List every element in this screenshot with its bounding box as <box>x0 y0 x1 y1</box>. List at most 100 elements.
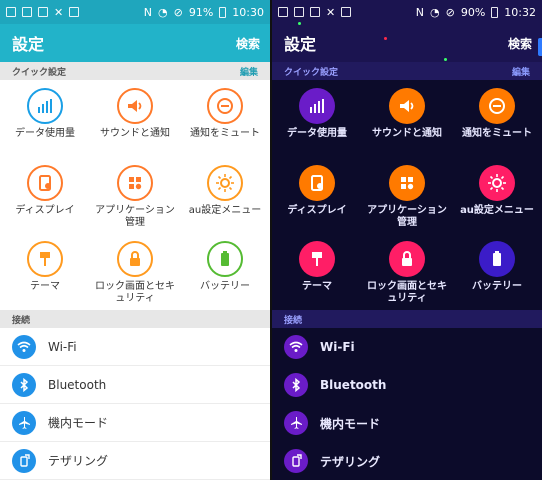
airplane-icon <box>284 411 308 435</box>
tile-theme[interactable]: テーマ <box>272 233 362 309</box>
lock-icon <box>389 241 425 278</box>
apps-icon <box>117 164 153 201</box>
list-item-wifi[interactable]: Wi-Fi <box>272 328 542 366</box>
battery-status-icon <box>219 6 227 18</box>
tile-label: テーマ <box>302 281 332 293</box>
connections-title: 接続 <box>284 315 303 326</box>
tethering-icon <box>12 448 36 473</box>
tile-label: アプリケーション管理 <box>367 204 447 228</box>
tile-label: データ使用量 <box>15 128 75 139</box>
notification-icon <box>310 7 320 17</box>
do-not-disturb-icon: ⊘ <box>445 5 455 19</box>
tile-label: ディスプレイ <box>287 204 347 216</box>
tile-theme[interactable]: テーマ <box>0 233 90 309</box>
list-item-label: テザリング <box>48 454 109 468</box>
connections-list: Wi-Fi Bluetooth 機内モード テザリング <box>272 328 542 480</box>
tile-label: サウンドと通知 <box>372 128 442 139</box>
quick-settings-title: クイック設定 <box>12 67 67 78</box>
do-not-disturb-icon: ⊘ <box>173 5 183 19</box>
battery-percent: 90% <box>460 5 486 19</box>
list-item-wifi[interactable]: Wi-Fi <box>0 328 270 366</box>
tile-label: ロック画面とセキュリティ <box>95 281 175 305</box>
list-item-label: テザリング <box>320 454 381 469</box>
tile-app-manager[interactable]: アプリケーション管理 <box>362 157 452 233</box>
tile-mute-notifications[interactable]: 通知をミュート <box>452 80 542 156</box>
wifi-icon <box>284 335 308 359</box>
edit-button[interactable]: 編集 <box>512 65 530 78</box>
tile-label: 通知をミュート <box>462 128 532 139</box>
list-item-airplane[interactable]: 機内モード <box>0 404 270 442</box>
tile-label: データ使用量 <box>287 128 347 139</box>
status-left-icons: ✕ <box>278 7 352 18</box>
notification-icon <box>38 7 48 17</box>
tile-label: 通知をミュート <box>190 128 260 139</box>
tile-display[interactable]: ディスプレイ <box>0 157 90 233</box>
brush-icon <box>27 241 63 278</box>
status-right: N ◔ ⊘ 91% 10:30 <box>144 6 264 19</box>
display-icon <box>299 164 335 201</box>
status-right: N ◔ ⊘ 90% 10:32 <box>416 6 536 19</box>
tile-sound-notification[interactable]: サウンドと通知 <box>90 80 180 156</box>
display-icon <box>27 164 63 201</box>
list-item-tethering[interactable]: テザリング <box>272 442 542 480</box>
tile-label: サウンドと通知 <box>100 128 170 139</box>
clock: 10:32 <box>504 5 536 19</box>
tethering-icon <box>284 449 308 473</box>
settings-dark-panel: ✕ N ◔ ⊘ 90% 10:32 設定 検索 クイック設定 編集 データ使用量… <box>272 0 542 480</box>
list-item-bluetooth[interactable]: Bluetooth <box>272 366 542 404</box>
bluetooth-icon <box>12 372 36 397</box>
list-item-airplane[interactable]: 機内モード <box>272 404 542 442</box>
tile-label: au設定メニュー <box>460 204 534 216</box>
quick-settings-header: クイック設定 編集 <box>272 62 542 80</box>
connections-header: 接続 <box>0 310 270 328</box>
list-item-label: 機内モード <box>48 416 109 430</box>
list-item-label: Bluetooth <box>48 377 107 392</box>
search-button[interactable]: 検索 <box>508 35 532 52</box>
screenshot-pair: ✕ N ◔ ⊘ 91% 10:30 設定 検索 クイック設定 編集 データ使用量… <box>0 0 542 480</box>
app-bar: 設定 検索 <box>272 24 542 62</box>
decorative-dot <box>298 22 301 25</box>
list-item-tethering[interactable]: テザリング <box>0 442 270 480</box>
tile-battery[interactable]: バッテリー <box>452 233 542 309</box>
edge-panel-handle[interactable] <box>538 38 542 56</box>
sun-icon <box>207 164 243 201</box>
tile-lock-security[interactable]: ロック画面とセキュリティ <box>362 233 452 309</box>
image-icon <box>341 7 352 17</box>
speaker-icon <box>117 88 153 124</box>
tile-data-usage[interactable]: データ使用量 <box>0 80 90 156</box>
tile-label: ロック画面とセキュリティ <box>367 281 447 305</box>
tile-label: ディスプレイ <box>15 204 75 216</box>
image-icon <box>69 7 80 17</box>
list-item-label: 機内モード <box>320 416 381 431</box>
mute-icon <box>207 88 243 124</box>
tile-data-usage[interactable]: データ使用量 <box>272 80 362 156</box>
wifi-icon <box>12 334 36 359</box>
list-item-label: Wi-Fi <box>320 340 355 354</box>
tile-sound-notification[interactable]: サウンドと通知 <box>362 80 452 156</box>
airplane-icon <box>12 410 36 435</box>
nfc-icon: N <box>143 5 153 19</box>
list-item-label: Wi-Fi <box>48 339 77 354</box>
tile-app-manager[interactable]: アプリケーション管理 <box>90 157 180 233</box>
status-left-icons: ✕ <box>6 7 80 18</box>
battery-status-icon <box>491 6 499 18</box>
edit-button[interactable]: 編集 <box>240 65 258 78</box>
tile-au-settings[interactable]: au設定メニュー <box>452 157 542 233</box>
bluetooth-icon <box>284 373 308 397</box>
tile-display[interactable]: ディスプレイ <box>272 157 362 233</box>
decorative-dot <box>384 37 387 40</box>
tile-label: au設定メニュー <box>188 204 262 216</box>
quick-settings-grid: データ使用量 サウンドと通知 通知をミュート ディスプレイ アプリケーション管理… <box>0 80 270 310</box>
quick-settings-header: クイック設定 編集 <box>0 62 270 80</box>
tile-lock-security[interactable]: ロック画面とセキュリティ <box>90 233 180 309</box>
list-item-bluetooth[interactable]: Bluetooth <box>0 366 270 404</box>
search-button[interactable]: 検索 <box>236 35 260 52</box>
data-usage-icon <box>299 88 335 124</box>
tile-mute-notifications[interactable]: 通知をミュート <box>180 80 270 156</box>
quick-settings-title: クイック設定 <box>284 67 339 78</box>
tile-battery[interactable]: バッテリー <box>180 233 270 309</box>
tile-au-settings[interactable]: au設定メニュー <box>180 157 270 233</box>
notification-icon <box>278 7 288 17</box>
quick-settings-grid: データ使用量 サウンドと通知 通知をミュート ディスプレイ アプリケーション管理… <box>272 80 542 310</box>
battery-icon <box>207 241 243 278</box>
